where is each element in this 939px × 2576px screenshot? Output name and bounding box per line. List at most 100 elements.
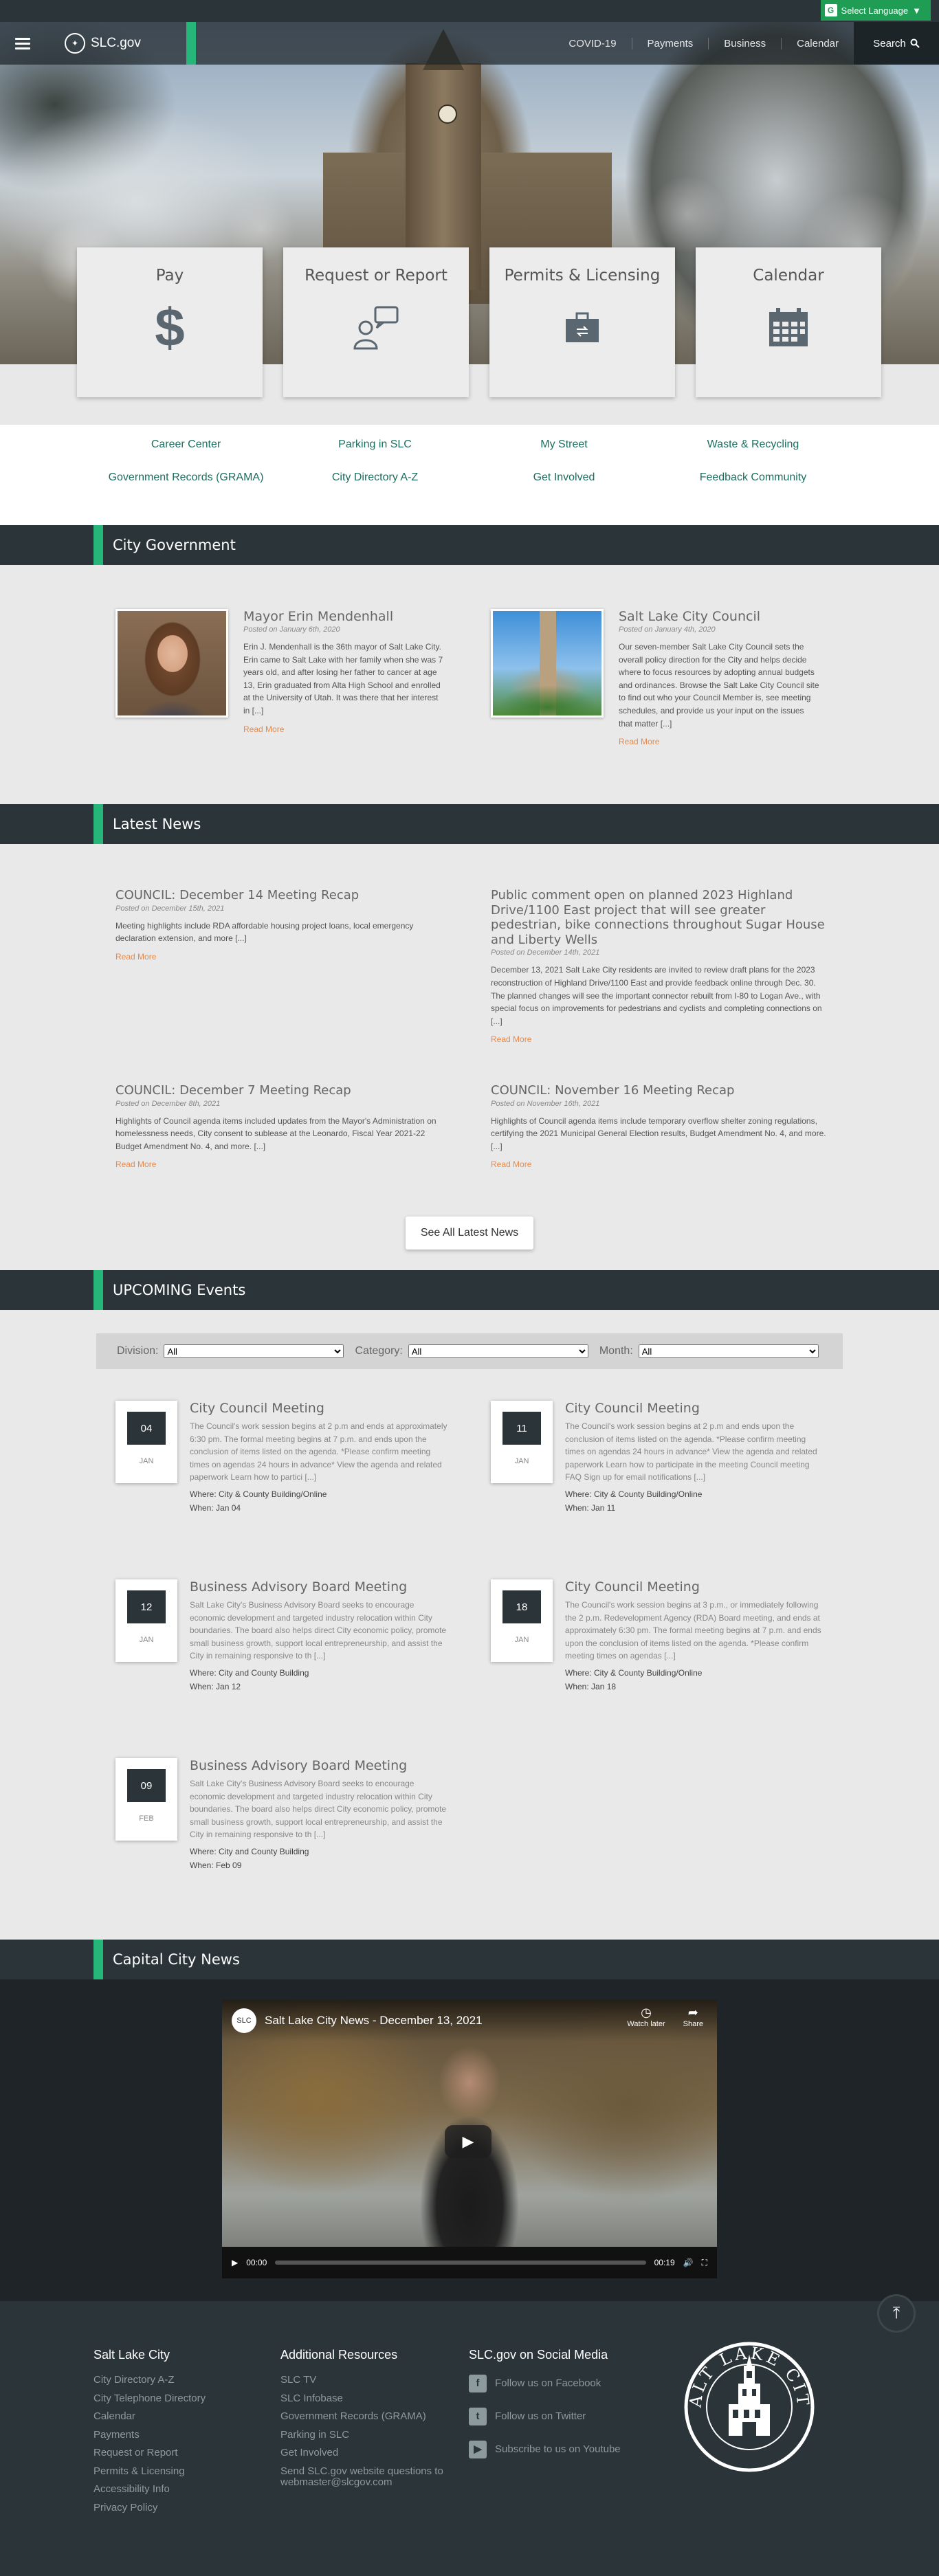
language-label: Select Language: [841, 5, 909, 16]
video-player[interactable]: SLC Salt Lake City News - December 13, 2…: [222, 2000, 717, 2278]
search-button[interactable]: Search: [854, 22, 939, 65]
social-label: Follow us on Facebook: [495, 2377, 601, 2389]
month-select[interactable]: All: [638, 1344, 819, 1358]
event-title[interactable]: City Council Meeting: [565, 1401, 826, 1416]
top-strip: G Select Language ▼: [0, 0, 939, 22]
link-career-center[interactable]: Career Center: [91, 438, 280, 451]
read-more-link[interactable]: Read More: [115, 952, 156, 962]
video-title[interactable]: Salt Lake City News - December 13, 2021: [265, 2014, 483, 2028]
event-date-badge: 09 FEB: [115, 1758, 177, 1841]
play-icon[interactable]: ▶: [232, 2258, 238, 2267]
event-title[interactable]: Business Advisory Board Meeting: [190, 1579, 451, 1595]
progress-bar[interactable]: [275, 2261, 646, 2265]
footer-heading: Salt Lake City: [93, 2348, 170, 2362]
event-month: FEB: [139, 1814, 154, 1823]
quick-links: Career Center Parking in SLC My Street W…: [0, 425, 939, 525]
link-get-involved[interactable]: Get Involved: [470, 471, 659, 484]
nav-payments[interactable]: Payments: [632, 37, 709, 49]
footer-link[interactable]: Send SLC.gov website questions to webmas…: [280, 2465, 456, 2489]
news-title[interactable]: COUNCIL: December 7 Meeting Recap: [115, 1083, 452, 1098]
news-title[interactable]: Public comment open on planned 2023 High…: [491, 888, 828, 947]
card-pay[interactable]: Pay $: [77, 247, 263, 397]
event-title[interactable]: City Council Meeting: [190, 1401, 451, 1416]
person-chat-icon: [349, 300, 404, 355]
category-select[interactable]: All: [408, 1344, 588, 1358]
video-section: SLC Salt Lake City News - December 13, 2…: [0, 1979, 939, 2301]
footer-link[interactable]: Parking in SLC: [280, 2429, 456, 2441]
footer-link[interactable]: SLC Infobase: [280, 2392, 456, 2405]
read-more-link[interactable]: Read More: [491, 1159, 531, 1169]
footer-link[interactable]: Privacy Policy: [93, 2502, 258, 2514]
link-my-street[interactable]: My Street: [470, 438, 659, 451]
footer-col-resources: Additional Resources SLC TV SLC Infobase…: [280, 2348, 456, 2496]
twitter-link[interactable]: t Follow us on Twitter: [469, 2408, 648, 2425]
news-title[interactable]: COUNCIL: December 14 Meeting Recap: [115, 888, 452, 903]
channel-avatar[interactable]: SLC: [232, 2008, 256, 2033]
event-day: 11: [502, 1412, 541, 1445]
latest-news-content: COUNCIL: December 14 Meeting Recap Poste…: [0, 844, 939, 1270]
video-controls: ▶ 00:00 00:19 🔊 ⛶: [222, 2247, 717, 2278]
youtube-link[interactable]: ▶ Subscribe to us on Youtube: [469, 2441, 648, 2458]
nav-covid[interactable]: COVID-19: [553, 37, 632, 49]
link-parking[interactable]: Parking in SLC: [280, 438, 470, 451]
event-day: 09: [127, 1769, 166, 1802]
menu-icon[interactable]: [0, 22, 45, 65]
event-title[interactable]: Business Advisory Board Meeting: [190, 1758, 451, 1773]
footer-link[interactable]: Permits & Licensing: [93, 2465, 258, 2478]
footer-link[interactable]: Government Records (GRAMA): [280, 2410, 456, 2423]
footer-link[interactable]: Get Involved: [280, 2447, 456, 2459]
footer-link[interactable]: City Telephone Directory: [93, 2392, 258, 2405]
event-description: The Council's work session begins at 2 p…: [565, 1421, 817, 1483]
link-feedback-community[interactable]: Feedback Community: [659, 471, 848, 484]
event-month: JAN: [139, 1457, 154, 1465]
facebook-link[interactable]: f Follow us on Facebook: [469, 2375, 648, 2392]
footer-link[interactable]: Payments: [93, 2429, 258, 2441]
link-city-directory[interactable]: City Directory A-Z: [280, 471, 470, 484]
language-selector[interactable]: G Select Language ▼: [820, 0, 931, 21]
site-logo[interactable]: ✦ SLC.gov: [65, 33, 141, 54]
event-time: When: Jan 12: [190, 1681, 241, 1691]
nav-business[interactable]: Business: [709, 37, 782, 49]
event-time: When: Jan 18: [565, 1681, 617, 1691]
search-icon: [910, 38, 920, 48]
play-button[interactable]: ▶: [445, 2125, 491, 2158]
council-title[interactable]: Salt Lake City Council: [619, 609, 819, 624]
division-select[interactable]: All: [164, 1344, 344, 1358]
news-excerpt: December 13, 2021 Salt Lake City residen…: [491, 965, 822, 1026]
news-title[interactable]: COUNCIL: November 16 Meeting Recap: [491, 1083, 828, 1098]
footer-link[interactable]: City Directory A-Z: [93, 2374, 258, 2386]
mayor-title[interactable]: Mayor Erin Mendenhall: [243, 609, 444, 624]
post-date: Posted on December 14th, 2021: [491, 948, 600, 957]
read-more-link[interactable]: Read More: [619, 737, 659, 746]
card-request-report[interactable]: Request or Report: [283, 247, 469, 397]
read-more-link[interactable]: Read More: [243, 724, 284, 734]
mayor-photo: [115, 609, 228, 718]
dollar-icon: $: [155, 297, 185, 357]
fullscreen-icon[interactable]: ⛶: [702, 2258, 707, 2268]
read-more-link[interactable]: Read More: [115, 1159, 156, 1169]
footer-link[interactable]: Accessibility Info: [93, 2483, 258, 2496]
footer-link[interactable]: SLC TV: [280, 2374, 456, 2386]
card-permits[interactable]: Permits & Licensing: [489, 247, 675, 397]
back-to-top-button[interactable]: ⤒: [877, 2294, 916, 2333]
footer-link[interactable]: Calendar: [93, 2410, 258, 2423]
share-button[interactable]: ➦ Share: [683, 2006, 703, 2028]
section-title: City Government: [113, 537, 236, 553]
link-grama[interactable]: Government Records (GRAMA): [91, 471, 280, 484]
footer-link[interactable]: Request or Report: [93, 2447, 258, 2459]
event-location: Where: City & County Building/Online: [565, 1667, 703, 1678]
see-all-news-button[interactable]: See All Latest News: [406, 1217, 533, 1250]
card-calendar[interactable]: Calendar: [696, 247, 881, 397]
event-title[interactable]: City Council Meeting: [565, 1579, 826, 1595]
social-label: Follow us on Twitter: [495, 2410, 586, 2422]
volume-icon[interactable]: 🔊: [683, 2258, 694, 2267]
footer-col-slc: Salt Lake City City Directory A-Z City T…: [93, 2348, 258, 2520]
section-capital-city-news: Capital City News: [0, 1940, 939, 1979]
watch-later-button[interactable]: ◷ Watch later: [627, 2006, 665, 2028]
read-more-link[interactable]: Read More: [491, 1034, 531, 1044]
link-waste-recycling[interactable]: Waste & Recycling: [659, 438, 848, 451]
quick-links-row: Career Center Parking in SLC My Street W…: [0, 425, 939, 451]
accent-bar: [186, 22, 196, 65]
google-translate-icon: G: [824, 4, 837, 16]
nav-calendar[interactable]: Calendar: [782, 38, 854, 49]
